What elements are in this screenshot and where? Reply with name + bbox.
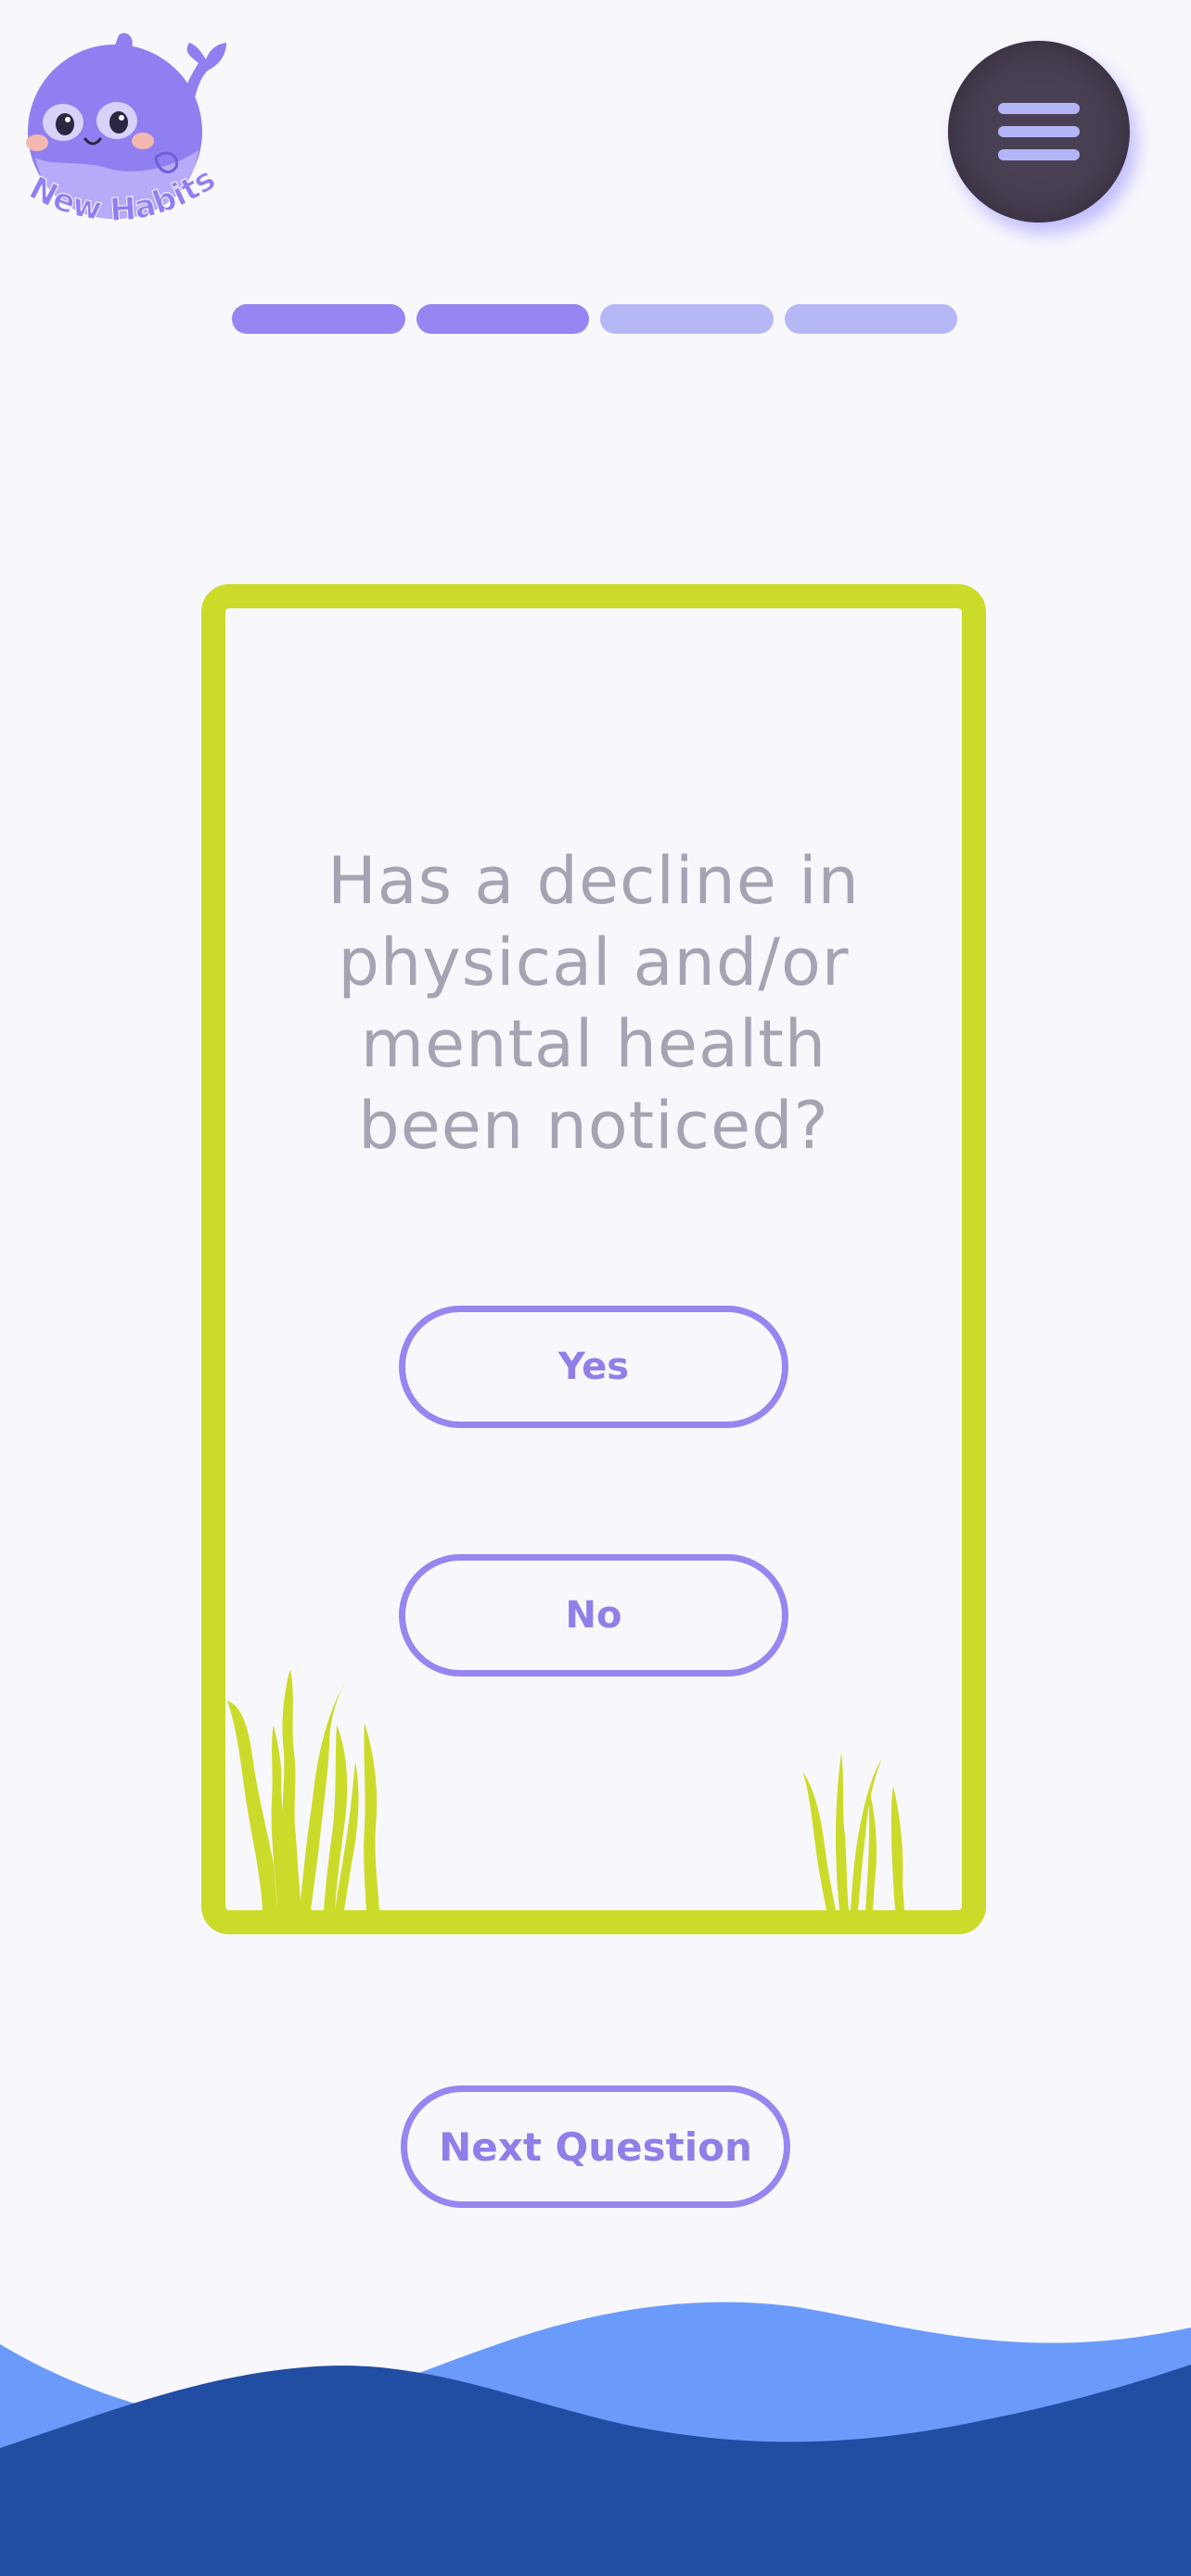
- answer-yes-button[interactable]: Yes: [399, 1306, 788, 1428]
- whale-mascot-icon: New Habits: [23, 32, 226, 230]
- next-question-button[interactable]: Next Question: [401, 2085, 790, 2208]
- question-card: Has a decline in physical and/or mental …: [201, 584, 986, 1934]
- seaweed-left-decoration: [225, 1669, 402, 1910]
- progress-bar: [232, 304, 957, 334]
- hamburger-menu-icon: [998, 103, 1080, 160]
- wave-footer-decoration: [0, 2300, 1191, 2576]
- seaweed-right-decoration: [800, 1753, 912, 1910]
- progress-segment: [416, 304, 589, 334]
- question-text: Has a decline in physical and/or mental …: [327, 843, 860, 1164]
- progress-segment: [600, 304, 774, 334]
- menu-button[interactable]: [948, 41, 1130, 223]
- answer-no-button[interactable]: No: [399, 1554, 788, 1677]
- quiz-screen: New Habits Has a decline in physical and…: [0, 0, 1191, 2576]
- progress-segment: [784, 304, 957, 334]
- app-logo: New Habits: [17, 28, 239, 250]
- progress-segment: [232, 304, 405, 334]
